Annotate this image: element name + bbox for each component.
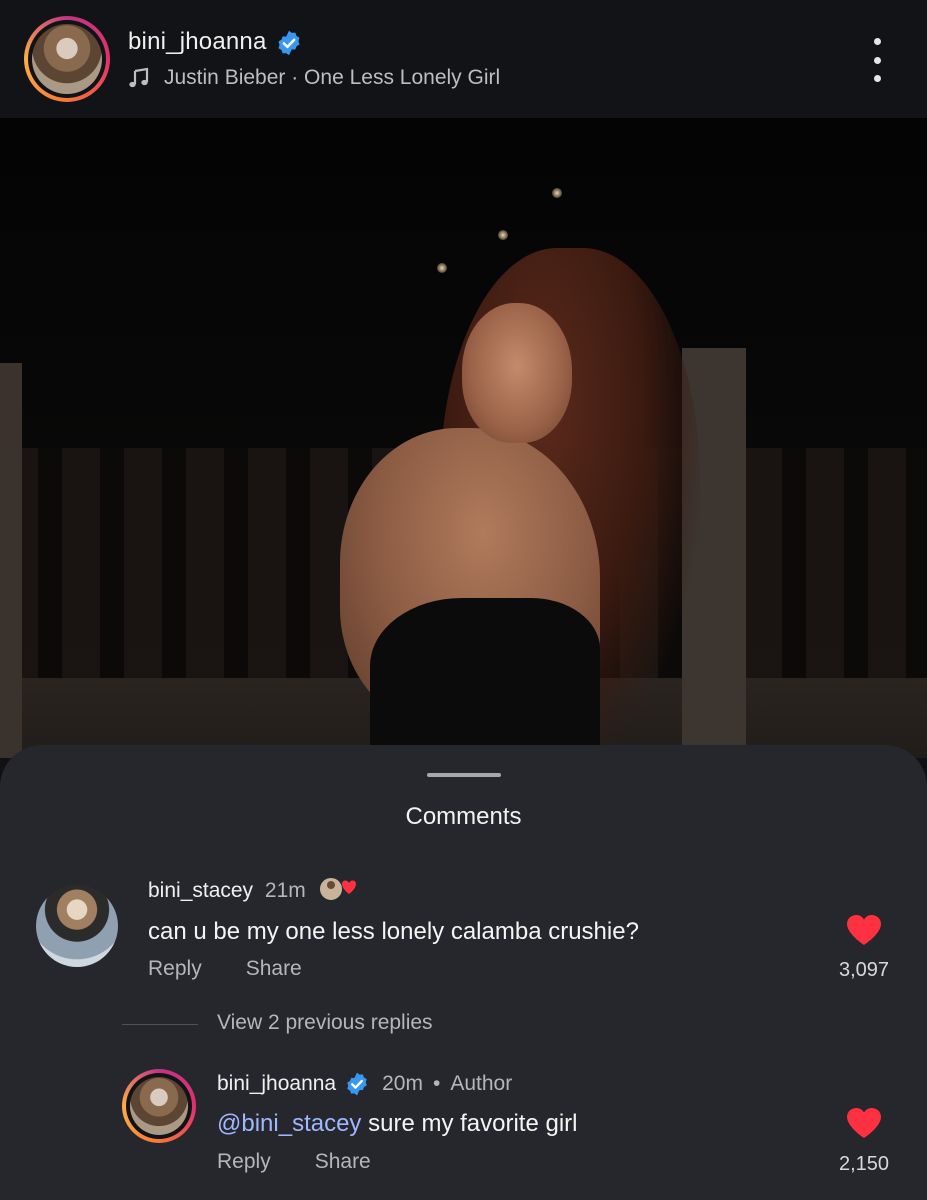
share-button[interactable]: Share — [315, 1150, 371, 1174]
music-label: Justin Bieber · One Less Lonely Girl — [164, 66, 501, 89]
heart-icon[interactable] — [846, 1107, 882, 1139]
replies-divider — [122, 1024, 198, 1025]
verified-badge-icon — [347, 1072, 367, 1096]
mention-link[interactable]: @bini_stacey — [217, 1110, 361, 1137]
verified-badge-icon — [278, 30, 300, 55]
like-count: 2,150 — [838, 1153, 890, 1175]
like-count: 3,097 — [838, 959, 890, 981]
post-username-row: bini_jhoanna — [128, 28, 303, 57]
share-button[interactable]: Share — [246, 957, 302, 981]
post-username[interactable]: bini_jhoanna — [128, 28, 267, 55]
comment-text: can u be my one less lonely calamba crus… — [148, 918, 639, 945]
author-liked-reaction-icon — [318, 876, 356, 902]
reply-body: sure my favorite girl — [361, 1110, 578, 1137]
reply-header: bini_jhoanna 20m • Author — [217, 1071, 512, 1097]
author-badge: Author — [450, 1072, 513, 1095]
comment-header: bini_stacey 21m — [148, 879, 306, 903]
reply-text: @bini_stacey sure my favorite girl — [217, 1110, 578, 1138]
music-attribution[interactable]: Justin Bieber · One Less Lonely Girl — [128, 66, 500, 90]
reply-author-avatar[interactable] — [122, 1069, 196, 1143]
music-note-icon — [129, 67, 149, 88]
reply-button[interactable]: Reply — [217, 1150, 271, 1174]
reply-time: 20m — [382, 1072, 423, 1095]
more-options-icon[interactable] — [867, 38, 887, 82]
reply-actions: Reply Share — [217, 1150, 371, 1174]
comment-actions: Reply Share — [148, 957, 302, 981]
meta-separator: • — [432, 1072, 441, 1095]
heart-icon[interactable] — [846, 914, 882, 946]
sheet-grabber[interactable] — [427, 773, 501, 777]
post-photo[interactable] — [0, 118, 927, 758]
view-previous-replies[interactable]: View 2 previous replies — [217, 1011, 433, 1035]
avatar-image — [32, 24, 102, 94]
commenter-avatar[interactable] — [36, 885, 118, 967]
reply-username[interactable]: bini_jhoanna — [217, 1072, 336, 1096]
reply-button[interactable]: Reply — [148, 957, 202, 981]
profile-avatar[interactable] — [24, 16, 110, 102]
commenter-username[interactable]: bini_stacey — [148, 879, 253, 902]
comment-time: 21m — [264, 879, 306, 902]
comments-title: Comments — [405, 803, 522, 830]
comments-sheet: Comments bini_stacey 21m can u be my one… — [0, 745, 927, 1200]
post-header: bini_jhoanna Justin Bieber · One Less Lo… — [0, 0, 927, 118]
